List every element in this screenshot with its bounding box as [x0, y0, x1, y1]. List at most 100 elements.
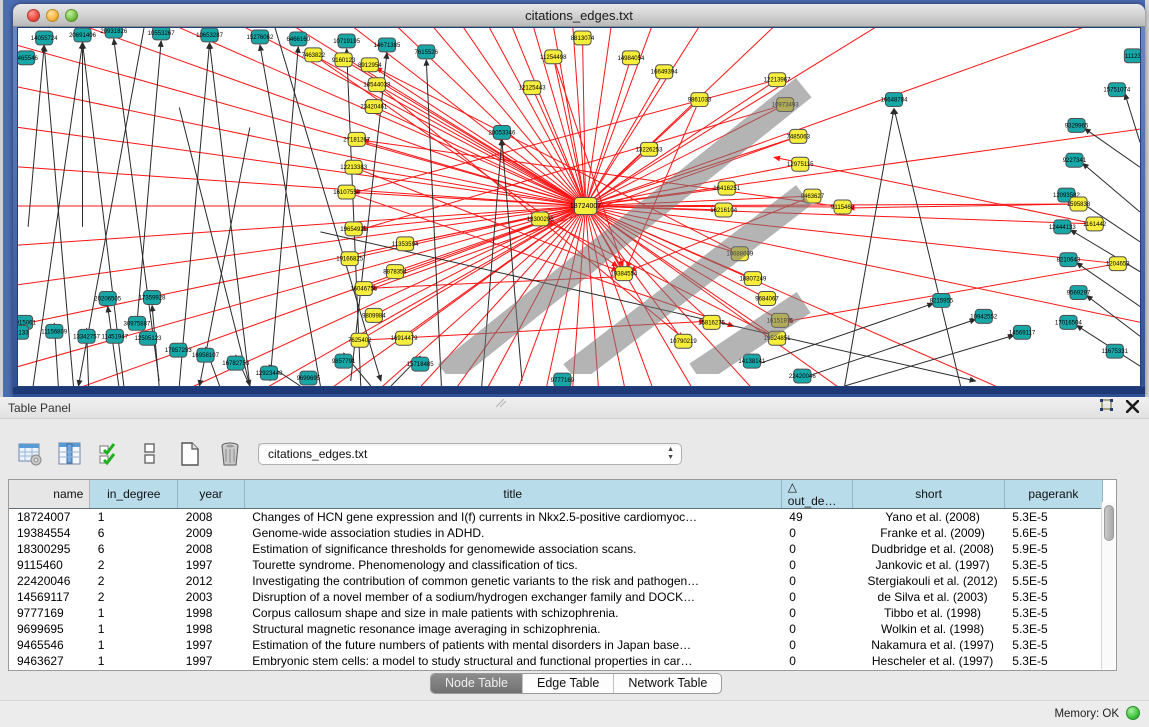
table-cell[interactable]: 9463627	[9, 653, 90, 669]
graph-node[interactable]: 9777169	[551, 373, 575, 386]
column-header-title[interactable]: title	[244, 480, 781, 509]
table-cell[interactable]: Stergiakouli et al. (2012)	[853, 573, 1004, 589]
table-cell[interactable]: Franke et al. (2009)	[853, 525, 1004, 541]
table-cell[interactable]: 1997	[178, 557, 244, 573]
close-panel-icon[interactable]	[1126, 400, 1139, 413]
scrollbar-thumb[interactable]	[1104, 505, 1114, 541]
table-cell[interactable]: Estimation of the future numbers of pati…	[244, 637, 781, 653]
table-row[interactable]: 1456911722003Disruption of a novel membe…	[9, 589, 1103, 605]
table-row[interactable]: 1872400712008Changes of HCN gene express…	[9, 509, 1103, 525]
table-cell[interactable]: 9115460	[9, 557, 90, 573]
table-cell[interactable]: 0	[781, 605, 853, 621]
table-row[interactable]: 946554611997Estimation of the future num…	[9, 637, 1103, 653]
table-cell[interactable]: 5.6E-5	[1004, 525, 1102, 541]
table-cell[interactable]: 2	[90, 557, 178, 573]
canvas-resize-grip[interactable]	[17, 27, 1132, 374]
column-header-name[interactable]: name	[9, 480, 90, 509]
table-cell[interactable]: 2012	[178, 573, 244, 589]
table-cell[interactable]: 0	[781, 573, 853, 589]
table-cell[interactable]: 5.3E-5	[1004, 621, 1102, 637]
table-cell[interactable]: 1	[90, 653, 178, 669]
table-vertical-scrollbar[interactable]	[1101, 502, 1115, 669]
table-row[interactable]: 969969511998Structural magnetic resonanc…	[9, 621, 1103, 637]
table-cell[interactable]: Jankovic et al. (1997)	[853, 557, 1004, 573]
table-cell[interactable]: Yano et al. (2008)	[853, 509, 1004, 525]
split-handle-icon[interactable]	[494, 399, 506, 407]
table-cell[interactable]: Dudbridge et al. (2008)	[853, 541, 1004, 557]
table-cell[interactable]: 5.3E-5	[1004, 509, 1102, 525]
table-cell[interactable]: 1	[90, 637, 178, 653]
table-settings-icon[interactable]	[16, 441, 43, 468]
table-cell[interactable]: Embryonic stem cells: a model to study s…	[244, 653, 781, 669]
table-cell[interactable]: 2008	[178, 541, 244, 557]
table-cell[interactable]: Wolkin et al. (1998)	[853, 621, 1004, 637]
table-cell[interactable]: Disruption of a novel member of a sodium…	[244, 589, 781, 605]
column-header-year[interactable]: year	[178, 480, 244, 509]
table-cell[interactable]: 2	[90, 573, 178, 589]
table-row[interactable]: 977716911998Corpus callosum shape and si…	[9, 605, 1103, 621]
table-cell[interactable]: 6	[90, 525, 178, 541]
network-canvas-wrap[interactable]: 1405572420691406209318261055326710653287…	[17, 27, 1141, 387]
table-cell[interactable]: Corpus callosum shape and size in male p…	[244, 605, 781, 621]
table-row[interactable]: 1938455462009Genome-wide association stu…	[9, 525, 1103, 541]
table-cell[interactable]: 0	[781, 637, 853, 653]
tab-network-table[interactable]: Network Table	[614, 674, 721, 694]
table-cell[interactable]: 18300295	[9, 541, 90, 557]
show-column-icon[interactable]	[56, 441, 83, 468]
tab-edge-table[interactable]: Edge Table	[523, 674, 614, 694]
table-cell[interactable]: 1997	[178, 637, 244, 653]
table-cell[interactable]: 19384554	[9, 525, 90, 541]
table-cell[interactable]: 0	[781, 541, 853, 557]
table-cell[interactable]: 9465546	[9, 637, 90, 653]
table-cell[interactable]: 5.3E-5	[1004, 653, 1102, 669]
table-cell[interactable]: 5.3E-5	[1004, 605, 1102, 621]
column-header-short[interactable]: short	[853, 480, 1004, 509]
memory-ok-icon[interactable]	[1126, 706, 1140, 720]
table-header-row[interactable]: namein_degreeyeartitle△ out_de…shortpage…	[9, 480, 1103, 509]
table-cell[interactable]: 5.3E-5	[1004, 637, 1102, 653]
node-table[interactable]: namein_degreeyeartitle△ out_de…shortpage…	[9, 480, 1103, 669]
table-cell[interactable]: Changes of HCN gene expression and I(f) …	[244, 509, 781, 525]
tab-node-table[interactable]: Node Table	[431, 674, 523, 694]
table-cell[interactable]: 5.3E-5	[1004, 557, 1102, 573]
table-cell[interactable]: Investigating the contribution of common…	[244, 573, 781, 589]
table-cell[interactable]: 1998	[178, 621, 244, 637]
table-cell[interactable]: Estimation of significance thresholds fo…	[244, 541, 781, 557]
table-cell[interactable]: 9777169	[9, 605, 90, 621]
table-cell[interactable]: 5.3E-5	[1004, 589, 1102, 605]
table-row[interactable]: 2242004622012Investigating the contribut…	[9, 573, 1103, 589]
table-cell[interactable]: 22420046	[9, 573, 90, 589]
table-cell[interactable]: 2003	[178, 589, 244, 605]
table-cell[interactable]: Genome-wide association studies in ADHD.	[244, 525, 781, 541]
table-row[interactable]: 911546021997Tourette syndrome. Phenomeno…	[9, 557, 1103, 573]
table-cell[interactable]: Tibbo et al. (1998)	[853, 605, 1004, 621]
table-cell[interactable]: 1	[90, 621, 178, 637]
table-cell[interactable]: 9699695	[9, 621, 90, 637]
table-cell[interactable]: 0	[781, 653, 853, 669]
table-row[interactable]: 946362711997Embryonic stem cells: a mode…	[9, 653, 1103, 669]
table-cell[interactable]: 1998	[178, 605, 244, 621]
table-cell[interactable]: 2	[90, 589, 178, 605]
column-header-out_de[interactable]: △ out_de…	[781, 480, 853, 509]
table-cell[interactable]: 1997	[178, 653, 244, 669]
delete-icon[interactable]	[216, 441, 243, 468]
table-cell[interactable]: 6	[90, 541, 178, 557]
window-titlebar[interactable]: citations_edges.txt	[13, 4, 1145, 27]
table-cell[interactable]: Tourette syndrome. Phenomenology and cla…	[244, 557, 781, 573]
table-cell[interactable]: de Silva et al. (2003)	[853, 589, 1004, 605]
table-cell[interactable]: 0	[781, 525, 853, 541]
column-header-in_degree[interactable]: in_degree	[90, 480, 178, 509]
table-row[interactable]: 1830029562008Estimation of significance …	[9, 541, 1103, 557]
table-cell[interactable]: 1	[90, 509, 178, 525]
column-header-pagerank[interactable]: pagerank	[1004, 480, 1102, 509]
table-cell[interactable]: 2009	[178, 525, 244, 541]
table-cell[interactable]: 14569117	[9, 589, 90, 605]
table-cell[interactable]: 0	[781, 589, 853, 605]
table-cell[interactable]: 0	[781, 557, 853, 573]
table-cell[interactable]: Nakamura et al. (1997)	[853, 637, 1004, 653]
table-cell[interactable]: 0	[781, 621, 853, 637]
table-cell[interactable]: 2008	[178, 509, 244, 525]
table-select-dropdown[interactable]: citations_edges.txt ▲▼	[258, 443, 682, 465]
table-cell[interactable]: 5.9E-5	[1004, 541, 1102, 557]
table-cell[interactable]: 49	[781, 509, 853, 525]
